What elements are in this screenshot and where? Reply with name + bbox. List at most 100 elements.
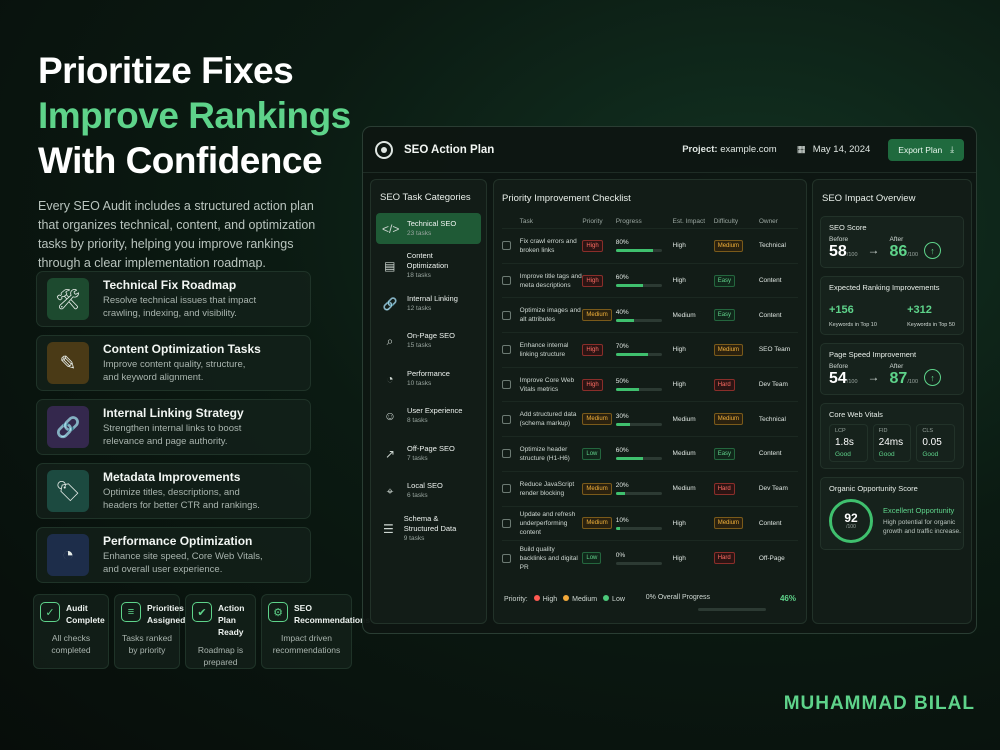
task-name: Fix crawl errors and broken links: [519, 237, 577, 254]
metric-status: Good: [922, 451, 939, 458]
metric-status: Good: [878, 451, 895, 458]
header-difficulty: Difficulty: [713, 217, 739, 225]
core-web-vitals-card: Core Web Vitals LCP 1.8s Good FID 24ms Good CL…: [820, 403, 964, 469]
task-progress: 60%: [615, 274, 673, 288]
category-item[interactable]: ⌖ Local SEO 6 tasks: [376, 476, 481, 507]
category-item[interactable]: 🔗 Internal Linking 12 tasks: [376, 288, 481, 319]
categories-title: SEO Task Categories: [380, 192, 471, 203]
table-row: Optimize images and alt attributes Medium…: [502, 297, 798, 332]
check-circle-icon: ✓: [40, 602, 60, 622]
task-checkbox[interactable]: [502, 276, 511, 286]
priority-badge: High: [582, 378, 603, 391]
table-header: Task Priority Progress Est. Impact Diffi…: [502, 214, 798, 228]
task-checkbox[interactable]: [502, 449, 511, 459]
progress-fill: [615, 422, 630, 426]
progress-fill: [615, 526, 621, 530]
table-row: Reduce JavaScript render blocking Medium 2…: [502, 470, 798, 506]
opportunity-value: 92: [844, 511, 858, 525]
progress-value: 10%: [615, 516, 629, 524]
task-owner: SEO Team: [758, 346, 791, 354]
task-checkbox[interactable]: [502, 345, 511, 355]
task-name: Optimize header structure (H1-H6): [519, 445, 570, 462]
feature-desc: Optimize titles, descriptions, and heade…: [103, 487, 260, 511]
feature-desc: Enhance site speed, Core Web Vitals, and…: [103, 551, 263, 575]
legend-dot: [603, 595, 610, 601]
header-task: Task: [519, 217, 534, 225]
priority-badge: Medium: [582, 309, 612, 322]
status-desc: All checks completed: [51, 633, 91, 655]
task-checkbox[interactable]: [502, 310, 511, 320]
difficulty-badge: Hard: [713, 482, 735, 495]
task-impact: High: [672, 277, 686, 285]
export-plan-button[interactable]: Export Plan ⤓: [888, 138, 964, 161]
category-item[interactable]: </> Technical SEO 23 tasks: [376, 213, 481, 244]
legend-item: Medium: [563, 595, 597, 603]
download-icon: ⤓: [950, 144, 954, 154]
task-checkbox[interactable]: [502, 553, 511, 563]
task-owner: Content: [758, 450, 782, 458]
feature-title: Performance Optimization: [103, 534, 253, 548]
task-progress: 60%: [615, 447, 673, 461]
status-card: ≡ Priorities Assigned Tasks ranked by prio…: [114, 594, 185, 669]
task-impact: Medium: [672, 415, 696, 423]
status-desc: Impact driven recommendations: [272, 633, 341, 655]
category-item[interactable]: ☰ Schema & Structured Data 9 tasks: [376, 513, 481, 544]
headline-line-1: Prioritize Fixes: [38, 50, 294, 91]
legend-item: High: [533, 595, 557, 603]
category-count: 8 tasks: [407, 417, 428, 424]
category-item[interactable]: ⌕ On-Page SEO 15 tasks: [376, 326, 481, 357]
task-owner: Off-Page: [758, 554, 785, 562]
task-impact: High: [672, 242, 686, 250]
header-impact: Est. Impact: [672, 217, 706, 225]
task-owner: Content: [758, 277, 782, 285]
seo-score-card: SEO Score Before 58/100 → After 86/100 ↑: [820, 216, 964, 268]
author-signature: MUHAMMAD BILAL: [783, 693, 975, 714]
task-checkbox[interactable]: [502, 241, 511, 251]
user-icon: ☺: [383, 409, 397, 423]
task-checkbox[interactable]: [502, 484, 511, 494]
project-value: example.com: [720, 144, 777, 155]
feature-card: 🏷 Metadata Improvements Optimize titles, d…: [36, 463, 311, 519]
category-item[interactable]: ↗ Off-Page SEO 7 tasks: [376, 438, 481, 469]
priority-badge: Medium: [582, 517, 612, 530]
overall-progress-value: 46%: [779, 594, 796, 603]
task-checkbox[interactable]: [502, 380, 511, 390]
task-progress: 0%: [615, 552, 673, 565]
feature-desc: Strengthen internal links to boost relev…: [103, 423, 242, 447]
status-card: ⚙ SEO Recommendations Impact driven recomm…: [261, 594, 370, 669]
task-impact: Medium: [672, 485, 696, 493]
progress-value: 40%: [615, 308, 629, 316]
impact-title: SEO Impact Overview: [822, 193, 916, 204]
task-checkbox[interactable]: [502, 518, 511, 528]
cwv-metric: LCP 1.8s Good: [829, 424, 868, 462]
legend-label: Priority:: [504, 595, 528, 603]
table-row: Update and refresh underperforming conte…: [502, 505, 798, 541]
difficulty-badge: Hard: [713, 552, 735, 565]
category-item[interactable]: ▤ Content Optimization 18 tasks: [376, 251, 481, 282]
metric-value: 0.05: [922, 437, 942, 448]
legend-item: Low: [603, 595, 625, 603]
headline-line-2: Improve Rankings: [38, 95, 351, 136]
progress-bar: [615, 526, 662, 530]
task-owner: Technical: [758, 415, 786, 423]
priority-badge: Medium: [582, 482, 612, 495]
task-progress: 20%: [615, 482, 673, 496]
progress-value: 20%: [615, 482, 629, 490]
task-checkbox[interactable]: [502, 414, 511, 424]
category-name: Local SEO: [407, 481, 443, 490]
overall-progress-label: 0% Overall Progress: [645, 594, 710, 601]
difficulty-badge: Medium: [713, 343, 744, 356]
category-count: 15 tasks: [407, 342, 432, 349]
before-label: Before: [829, 363, 849, 370]
ranking-title: Expected Ranking Improvements: [829, 283, 940, 292]
top50-value: +312: [907, 304, 932, 316]
task-impact: High: [672, 346, 686, 354]
task-progress: 40%: [615, 308, 673, 322]
progress-bar: [615, 284, 662, 288]
status-desc: Tasks ranked by priority: [121, 633, 173, 655]
metric-status: Good: [835, 451, 851, 458]
category-item[interactable]: ☺ User Experience 8 tasks: [376, 401, 481, 432]
after-label: After: [889, 363, 904, 370]
category-item[interactable]: ◔ Performance 10 tasks: [376, 363, 481, 394]
table-row: Improve Core Web Vitals metrics High 50% Hi…: [502, 366, 798, 402]
